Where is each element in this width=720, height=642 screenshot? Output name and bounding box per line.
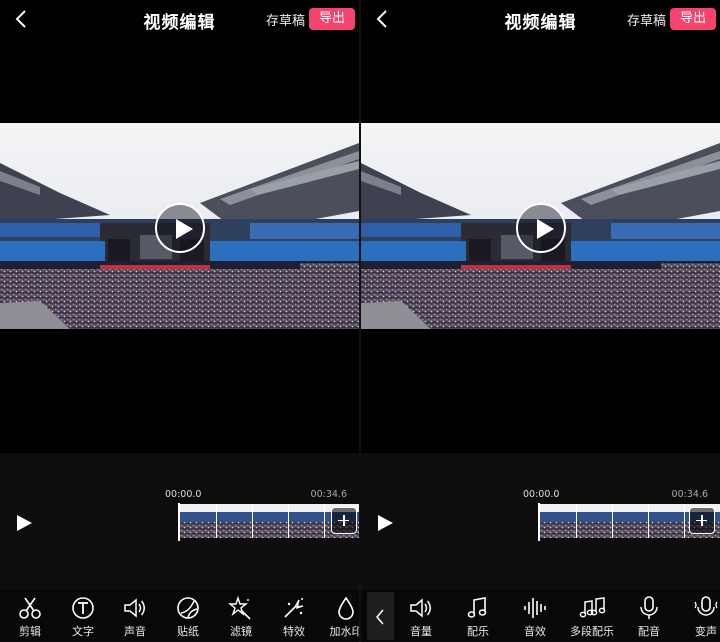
video-preview[interactable]	[361, 123, 720, 329]
save-draft-button[interactable]: 存草稿	[266, 10, 305, 29]
scissors-icon	[2, 596, 58, 620]
play-icon[interactable]	[378, 515, 393, 531]
timeline-start-time: 00:00.0	[523, 489, 560, 500]
page-title: 视频编辑	[504, 13, 577, 33]
tool-sound-effect[interactable]: 音效	[507, 596, 563, 639]
tool-sticker[interactable]: 贴纸	[160, 596, 216, 639]
play-overlay-icon[interactable]	[155, 203, 205, 253]
export-button[interactable]: 导出	[309, 8, 355, 30]
tool-bar: 音量 配乐 音效 多段配乐 配音 变声	[361, 590, 720, 642]
speaker-icon	[107, 596, 163, 620]
playhead-cursor[interactable]	[178, 503, 180, 541]
filter-icon	[213, 596, 269, 620]
tool-filter[interactable]: 滤镜	[213, 596, 269, 639]
tool-multi-music[interactable]: 多段配乐	[564, 596, 620, 639]
watermark-icon	[318, 596, 359, 620]
tool-label: 文字	[72, 625, 94, 638]
timeline-editor: 00:00.0 00:34.6	[0, 453, 359, 590]
tool-voice-change[interactable]: 变声	[678, 596, 720, 639]
tool-label: 滤镜	[230, 625, 252, 638]
add-clip-button[interactable]	[689, 507, 715, 534]
play-icon[interactable]	[17, 515, 32, 531]
tool-label: 音量	[410, 625, 432, 638]
tool-label: 声音	[124, 625, 146, 638]
text-icon	[55, 596, 111, 620]
sticker-icon	[160, 596, 216, 620]
tool-label: 音效	[524, 625, 546, 638]
voice-change-icon	[678, 596, 720, 620]
tool-bar: 剪辑 文字 声音 贴纸 滤镜 特效 加水印	[0, 590, 359, 642]
tool-label: 贴纸	[177, 625, 199, 638]
tool-label: 特效	[283, 625, 305, 638]
volume-icon	[393, 596, 449, 620]
top-bar: 视频编辑 存草稿 导出	[0, 0, 359, 38]
editor-screen-left: 视频编辑 存草稿 导出 00:00.0 00:34.6 剪辑 文字 声音 贴纸 …	[0, 0, 359, 642]
editor-screen-right: 视频编辑 存草稿 导出 00:00.0 00:34.6 音量 配乐 音效 多段配…	[361, 0, 720, 642]
save-draft-button[interactable]: 存草稿	[627, 10, 666, 29]
effect-icon	[266, 596, 322, 620]
tool-text[interactable]: 文字	[55, 596, 111, 639]
timeline-end-time: 00:34.6	[671, 489, 708, 500]
microphone-icon	[621, 596, 677, 620]
tool-label: 配音	[638, 625, 660, 638]
tool-effect[interactable]: 特效	[266, 596, 322, 639]
tool-volume[interactable]: 音量	[393, 596, 449, 639]
top-bar: 视频编辑 存草稿 导出	[361, 0, 720, 38]
tool-watermark[interactable]: 加水印	[318, 596, 359, 639]
video-preview[interactable]	[0, 123, 359, 329]
music-note-icon	[450, 596, 506, 620]
playhead-cursor[interactable]	[538, 503, 540, 541]
tool-label: 变声	[695, 625, 717, 638]
tool-dubbing[interactable]: 配音	[621, 596, 677, 639]
collapse-toolbar-button[interactable]	[367, 592, 394, 640]
tool-label: 配乐	[467, 625, 489, 638]
page-title: 视频编辑	[143, 13, 216, 33]
multi-music-icon	[564, 596, 620, 620]
tool-cut[interactable]: 剪辑	[2, 596, 58, 639]
tool-sound[interactable]: 声音	[107, 596, 163, 639]
timeline-start-time: 00:00.0	[165, 489, 202, 500]
tool-music[interactable]: 配乐	[450, 596, 506, 639]
add-clip-button[interactable]	[331, 507, 357, 534]
timeline-editor: 00:00.0 00:34.6	[361, 453, 720, 590]
tool-label: 剪辑	[19, 625, 41, 638]
tool-label: 多段配乐	[570, 625, 614, 638]
play-overlay-icon[interactable]	[516, 203, 566, 253]
timeline-end-time: 00:34.6	[310, 489, 347, 500]
tool-label: 加水印	[329, 625, 360, 638]
sound-wave-icon	[507, 596, 563, 620]
export-button[interactable]: 导出	[670, 8, 716, 30]
